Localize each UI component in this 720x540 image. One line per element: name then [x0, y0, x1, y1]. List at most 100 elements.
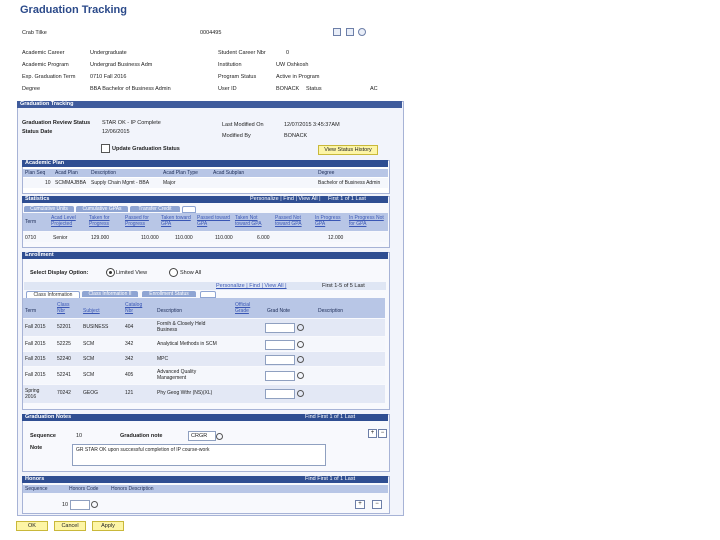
tab-transfer-credit[interactable]: Transfer Credit	[130, 206, 180, 212]
grad-note-input[interactable]	[265, 340, 295, 350]
col-enroll-term: Term	[25, 308, 37, 314]
col-taken-not-gpa[interactable]: Taken Not toward GPA	[235, 215, 271, 227]
stats-taken-not-gpa: 6.000	[257, 235, 270, 241]
graduation-bar: Graduation Tracking	[17, 101, 402, 108]
enroll-subject: SCM	[83, 356, 95, 362]
col-degree: Degree	[318, 170, 335, 176]
stats-taken-progress: 129.000	[91, 235, 110, 241]
search-icon[interactable]	[297, 390, 304, 399]
enroll-catalog: 342	[125, 356, 134, 362]
col-class-nbr[interactable]: Class Nbr	[57, 302, 75, 314]
enroll-class-nbr: 52241	[57, 372, 71, 378]
last-modified-value: 12/07/2015 3:45:37AM	[284, 122, 340, 128]
last-modified-label: Last Modified On	[222, 122, 264, 128]
honors-code-input[interactable]	[70, 500, 90, 510]
col-subject[interactable]: Subject	[83, 308, 100, 314]
grad-note-input[interactable]	[265, 389, 295, 399]
help-icon[interactable]	[358, 28, 367, 36]
tab-enrollment-status[interactable]: Enrollment Status	[142, 291, 196, 297]
stats-nav-links[interactable]: Personalize | Find | View All |	[250, 196, 321, 203]
col-acad-level[interactable]: Acad Level Projected	[51, 215, 85, 227]
search-icon[interactable]	[297, 372, 304, 381]
tab-cumulative-gpas[interactable]: Cumulative GPAs	[76, 206, 128, 212]
add-honor-icon[interactable]: +	[355, 500, 365, 509]
tab-show-all-enroll[interactable]	[200, 291, 216, 298]
plan-row: 10 SCMMAJBBA Supply Chain Mgmt - BBA Maj…	[23, 178, 388, 188]
col-acad-plan: Acad Plan	[55, 170, 78, 176]
honors-title: Honors	[25, 476, 45, 482]
search-icon[interactable]	[91, 501, 98, 510]
search-icon[interactable]	[297, 356, 304, 365]
search-icon[interactable]	[297, 341, 304, 350]
stats-term: 0710	[25, 235, 37, 241]
spreadsheet-icon[interactable]	[333, 28, 341, 36]
col-official-grade[interactable]: Official Grade	[235, 302, 261, 314]
note-label: Note	[30, 445, 43, 451]
update-graduation-checkbox[interactable]	[101, 144, 110, 153]
stats-pager[interactable]: First 1 of 1 Last	[328, 196, 366, 203]
search-icon[interactable]	[297, 324, 304, 333]
ok-button[interactable]: OK	[16, 521, 48, 531]
col-taken-progress[interactable]: Taken for Progress	[89, 215, 123, 227]
honors-pager[interactable]: Find First 1 of 1 Last	[305, 476, 355, 483]
col-passed-progress[interactable]: Passed for Progress	[125, 215, 159, 227]
modified-by-value: BONACK	[284, 133, 308, 139]
col-taken-gpa[interactable]: Taken toward GPA	[161, 215, 195, 227]
enroll-subject: GEOG	[83, 390, 99, 396]
apply-button[interactable]: Apply	[92, 521, 124, 531]
grad-note-input[interactable]	[265, 355, 295, 365]
honors-bar: Honors Find First 1 of 1 Last	[22, 476, 388, 483]
page-title: Graduation Tracking	[20, 4, 127, 16]
enroll-header-row: Term Class Nbr Subject Catalog Nbr Descr…	[23, 298, 385, 318]
enroll-catalog: 404	[125, 324, 134, 330]
header-icons	[333, 28, 367, 38]
grad-note-input[interactable]	[265, 371, 295, 381]
user-id-value: BONACK	[276, 86, 300, 92]
plan-seq: 10	[45, 180, 51, 186]
exp-term-label: Exp. Graduation Term	[22, 74, 76, 80]
delete-row-icon[interactable]: −	[378, 429, 387, 438]
cancel-button[interactable]: Cancel	[54, 521, 86, 531]
status-date-value: 12/06/2015	[102, 129, 130, 135]
plan-header-row: Plan Seq Acad Plan Description Acad Plan…	[23, 169, 388, 177]
modified-by-label: Modified By	[222, 133, 251, 139]
tab-class-information-2[interactable]: Class Information II	[82, 291, 138, 297]
tab-cumulative-units[interactable]: Cumulative Units	[24, 206, 74, 212]
enroll-desc: Analytical Methods in SCM	[157, 341, 217, 347]
limited-view-radio[interactable]	[106, 268, 115, 277]
grad-note-code-input[interactable]: CRGR	[188, 431, 216, 441]
col-passed-not-gpa[interactable]: Passed Not toward GPA	[275, 215, 311, 227]
enroll-subject: SCM	[83, 341, 95, 347]
enroll-pager[interactable]: First 1-5 of 5 Last	[322, 283, 365, 289]
col-inprog-gpa[interactable]: In Progress GPA	[315, 215, 347, 227]
tab-show-all[interactable]	[182, 206, 196, 213]
enroll-term: Fall 2015	[25, 372, 46, 378]
career-nbr-value: 0	[286, 50, 290, 56]
stats-inprog-gpa: 12.000	[328, 235, 344, 241]
grad-note-label: Graduation note	[120, 433, 163, 439]
enroll-desc: MPC	[157, 356, 169, 362]
notes-pager[interactable]: Find First 1 of 1 Last	[305, 414, 355, 421]
search-icon[interactable]	[216, 433, 223, 442]
col-inprog-not-gpa[interactable]: In Progress Not for GPA	[349, 215, 385, 227]
add-row-icon[interactable]: +	[368, 429, 377, 438]
note-textarea[interactable]: GR STAR OK upon successful completion of…	[72, 444, 326, 466]
notepad-icon[interactable]	[345, 28, 354, 36]
view-status-history-button[interactable]: View Status History	[318, 145, 378, 155]
col-plan-seq: Plan Seq	[25, 170, 46, 176]
delete-honor-icon[interactable]: −	[372, 500, 382, 509]
col-passed-gpa[interactable]: Passed toward GPA	[197, 215, 233, 227]
col-catalog[interactable]: Catalog Nbr	[125, 302, 145, 314]
sequence-label: Sequence	[30, 433, 56, 439]
col-honors-seq: Sequence	[25, 486, 48, 492]
status-label: Status	[306, 86, 322, 92]
display-option-label: Select Display Option:	[30, 270, 89, 276]
graduation-notes-bar: Graduation Notes Find First 1 of 1 Last	[22, 414, 388, 421]
enroll-nav-links[interactable]: Personalize | Find | View All |	[216, 283, 287, 289]
enroll-class-nbr: 70242	[57, 390, 71, 396]
grad-note-input[interactable]	[265, 323, 295, 333]
stats-passed-gpa: 110.000	[215, 235, 233, 241]
plan-code: SCMMAJBBA	[55, 180, 87, 186]
show-all-radio[interactable]	[169, 268, 178, 277]
stats-header-row: Term Acad Level Projected Taken for Prog…	[23, 213, 388, 231]
